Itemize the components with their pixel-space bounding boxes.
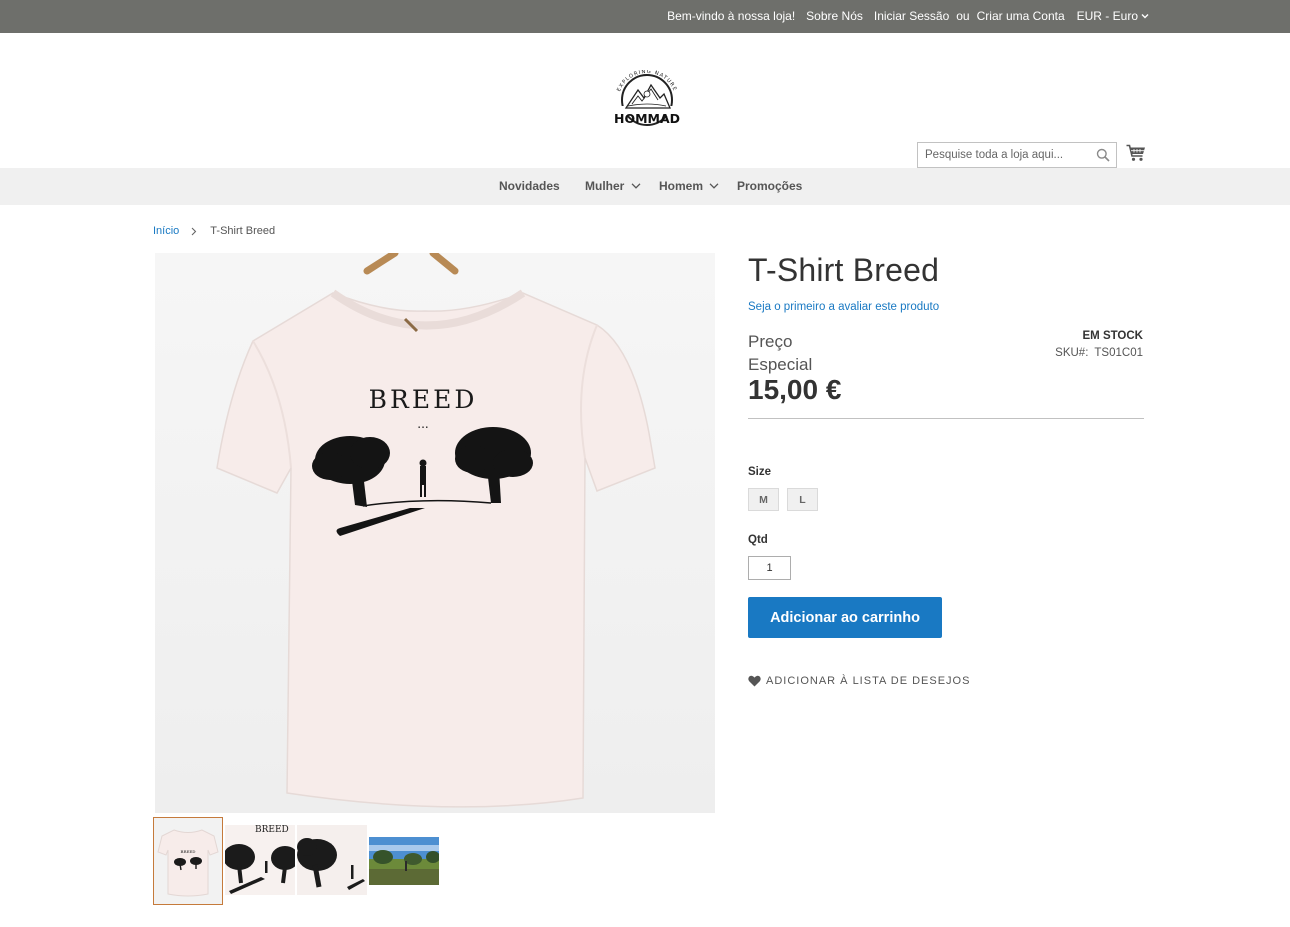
search-icon[interactable] — [1096, 148, 1110, 162]
nav-item-novidades[interactable]: Novidades — [499, 179, 560, 193]
stock-status: EM STOCK — [1082, 330, 1144, 342]
svg-text:...: ... — [417, 417, 428, 431]
currency-label: EUR - Euro — [1076, 9, 1138, 23]
currency-switcher[interactable]: EUR - Euro — [1077, 9, 1149, 23]
chevron-down-icon[interactable] — [631, 183, 641, 189]
create-account-link[interactable]: Criar uma Conta — [977, 9, 1065, 23]
chevron-down-icon[interactable] — [709, 183, 719, 189]
review-link[interactable]: Seja o primeiro a avaliar este produto — [748, 301, 939, 313]
size-option-l[interactable]: L — [787, 488, 818, 511]
thumbnail-2[interactable]: BREED — [225, 825, 295, 895]
top-bar: Bem-vindo à nossa loja! Sobre Nós Inicia… — [0, 0, 1290, 33]
chevron-down-icon — [1141, 14, 1149, 19]
add-to-wishlist-link[interactable]: ADICIONAR À LISTA DE DESEJOS — [748, 675, 970, 687]
sku-label: SKU#: — [1055, 347, 1089, 359]
chevron-right-icon — [191, 227, 197, 235]
sku: SKU#: TS01C01 — [1055, 347, 1143, 359]
breadcrumb-home[interactable]: Início — [153, 225, 179, 237]
about-link[interactable]: Sobre Nós — [806, 9, 863, 23]
thumbnail-image: BREED — [225, 825, 295, 895]
signin-link[interactable]: Iniciar Sessão — [874, 9, 949, 23]
thumbnail-image: BREED — [154, 818, 222, 904]
print-text: BREED — [369, 385, 478, 414]
or-text: ou — [956, 9, 970, 23]
price-label-line2: Especial — [748, 355, 813, 374]
breadcrumb: Início T-Shirt Breed — [153, 225, 275, 237]
thumbnail-1[interactable]: BREED — [153, 817, 223, 905]
thumbnail-3[interactable] — [297, 825, 367, 895]
qty-label: Qtd — [748, 534, 768, 546]
wishlist-label: ADICIONAR À LISTA DE DESEJOS — [766, 675, 971, 687]
heart-icon — [748, 675, 761, 687]
cart-icon[interactable] — [1126, 144, 1146, 162]
svg-text:BREED: BREED — [181, 849, 196, 854]
welcome-message: Bem-vindo à nossa loja! — [667, 9, 796, 23]
tshirt-illustration: BREED ... — [216, 253, 656, 808]
sku-value: TS01C01 — [1094, 347, 1143, 359]
nav-item-homem[interactable]: Homem — [659, 179, 703, 193]
thumbnail-image — [297, 825, 367, 895]
svg-text:BREED: BREED — [255, 825, 289, 835]
nav-item-promocoes[interactable]: Promoções — [737, 179, 802, 193]
add-to-cart-button[interactable]: Adicionar ao carrinho — [748, 597, 942, 638]
nav-item-mulher[interactable]: Mulher — [585, 179, 624, 193]
main-navigation: Novidades Mulher Homem Promoções — [0, 168, 1290, 205]
breadcrumb-current: T-Shirt Breed — [210, 225, 276, 237]
size-option-m[interactable]: M — [748, 488, 779, 511]
size-label: Size — [748, 466, 772, 478]
product-title: T-Shirt Breed — [748, 252, 940, 288]
qty-input[interactable] — [748, 556, 791, 580]
price-label-line1: Preço — [748, 332, 793, 351]
store-logo[interactable]: EXPLORING NATURE HOMMAD — [608, 69, 686, 128]
thumbnail-image — [369, 837, 439, 885]
search-input[interactable] — [918, 143, 1088, 167]
logo-mark: EXPLORING NATURE HOMMAD — [614, 69, 680, 126]
thumbnail-4[interactable] — [369, 837, 439, 885]
divider — [748, 418, 1144, 419]
product-main-image[interactable]: BREED ... — [155, 253, 715, 813]
top-links: Bem-vindo à nossa loja! Sobre Nós Inicia… — [667, 9, 1149, 23]
price-label: Preço Especial — [748, 330, 812, 376]
logo-text: HOMMAD — [614, 111, 680, 126]
product-price: 15,00 € — [748, 374, 842, 405]
search-box — [917, 142, 1117, 168]
